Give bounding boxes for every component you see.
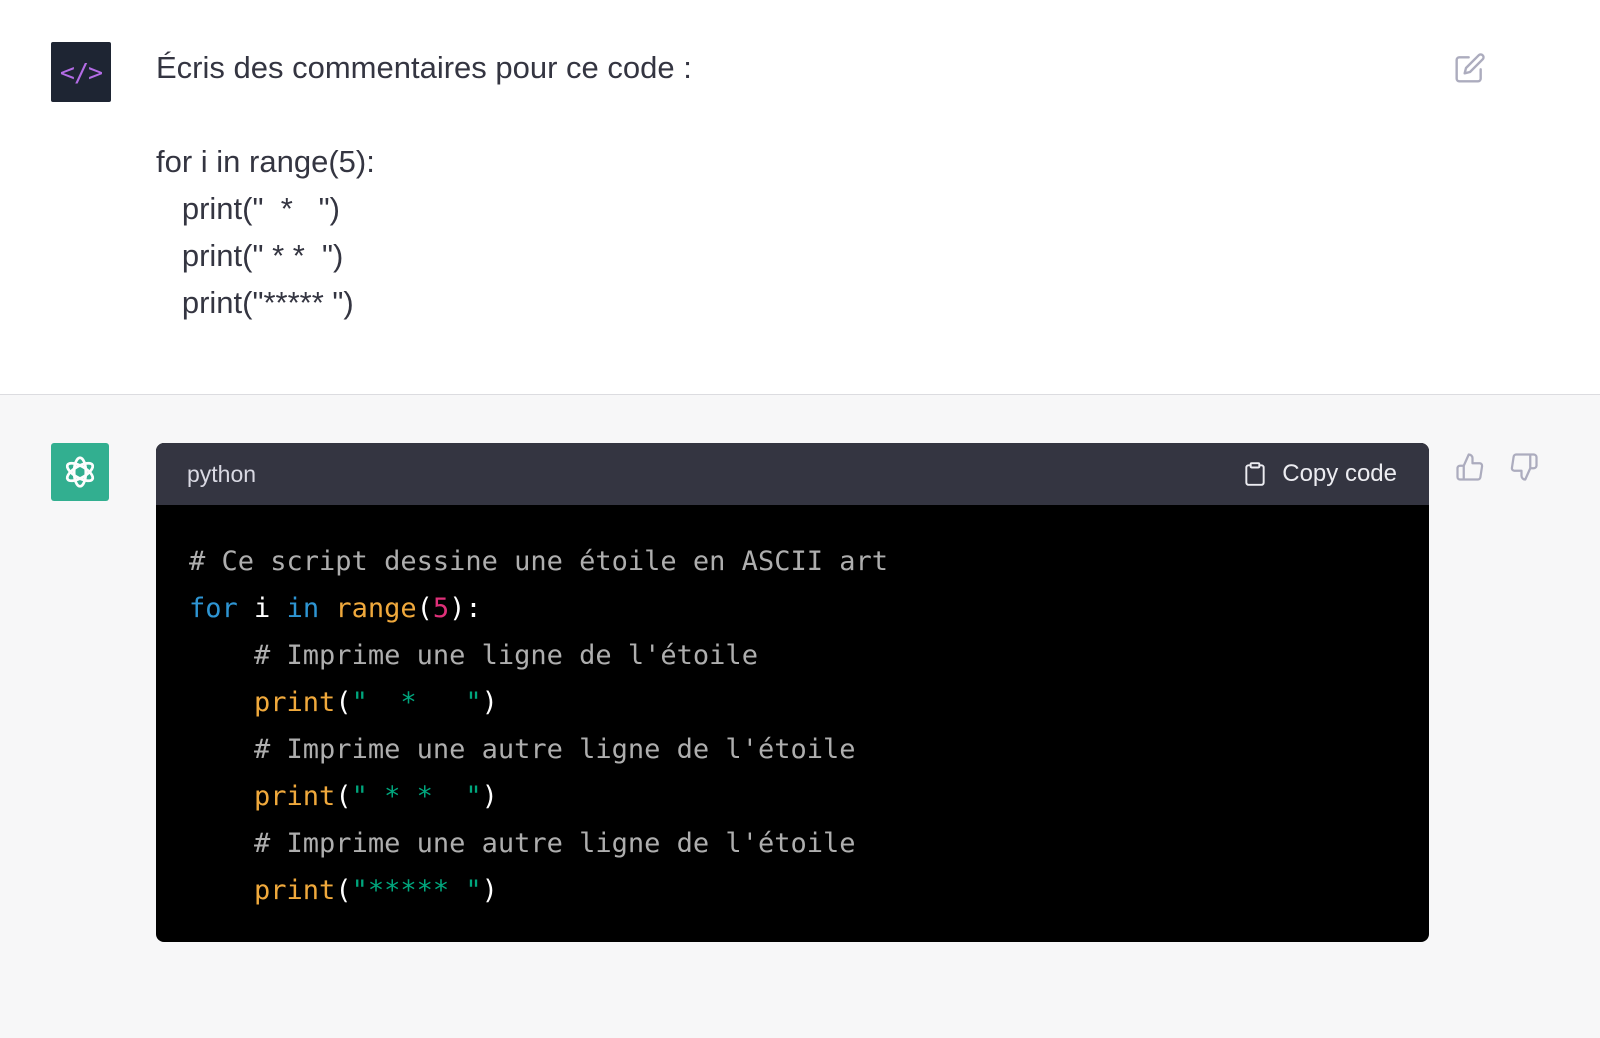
copy-code-button[interactable]: Copy code: [1242, 459, 1397, 489]
thumbs-up-icon: [1456, 453, 1484, 481]
openai-logo-icon: [65, 456, 95, 488]
code-keyword-in: in: [286, 593, 320, 624]
clipboard-icon: [1245, 462, 1265, 486]
code-keyword-for: for: [189, 593, 238, 624]
code-string: " * ": [351, 687, 482, 718]
code-punct: ):: [449, 593, 482, 624]
code-brackets-icon: </>: [59, 57, 103, 87]
code-comment: # Imprime une autre ligne de l'étoile: [254, 734, 856, 765]
code-comment: # Ce script dessine une étoile en ASCII …: [189, 546, 888, 577]
code-punct: ): [481, 781, 498, 812]
code-function-print: print: [254, 781, 336, 812]
user-message-text: Écris des commentaires pour ce code : fo…: [156, 50, 692, 320]
code-punct: (: [416, 593, 433, 624]
code-language-label: python: [187, 460, 257, 487]
code-content: # Ce script dessine une étoile en ASCII …: [156, 505, 1429, 914]
code-punct: ): [481, 875, 498, 906]
user-message: </> Écris des commentaires pour ce code …: [0, 0, 1600, 395]
code-function-print: print: [254, 687, 336, 718]
bot-avatar: [51, 443, 109, 501]
thumbs-down-icon: [1510, 453, 1538, 481]
code-punct: ): [481, 687, 498, 718]
assistant-message: python Copy code # Ce script dessine une…: [0, 395, 1600, 1038]
edit-message-button[interactable]: [1452, 50, 1488, 86]
code-string: " * * ": [351, 781, 482, 812]
code-number: 5: [432, 593, 450, 624]
code-string: "***** ": [351, 875, 482, 906]
edit-pencil-icon: [1455, 53, 1485, 83]
code-punct: (: [335, 687, 352, 718]
code-loop-variable: i: [237, 593, 287, 624]
code-punct: (: [335, 781, 352, 812]
code-comment: # Imprime une ligne de l'étoile: [254, 640, 758, 671]
code-punct: (: [335, 875, 352, 906]
code-function-range: range: [335, 593, 417, 624]
user-avatar: </>: [51, 42, 111, 102]
copy-code-label: Copy code: [1282, 460, 1397, 487]
code-function-print: print: [254, 875, 336, 906]
thumbs-up-button[interactable]: [1453, 450, 1487, 484]
code-block: python Copy code # Ce script dessine une…: [156, 443, 1429, 942]
thumbs-down-button[interactable]: [1507, 450, 1541, 484]
code-block-header: python Copy code: [156, 443, 1429, 505]
code-comment: # Imprime une autre ligne de l'étoile: [254, 828, 856, 859]
